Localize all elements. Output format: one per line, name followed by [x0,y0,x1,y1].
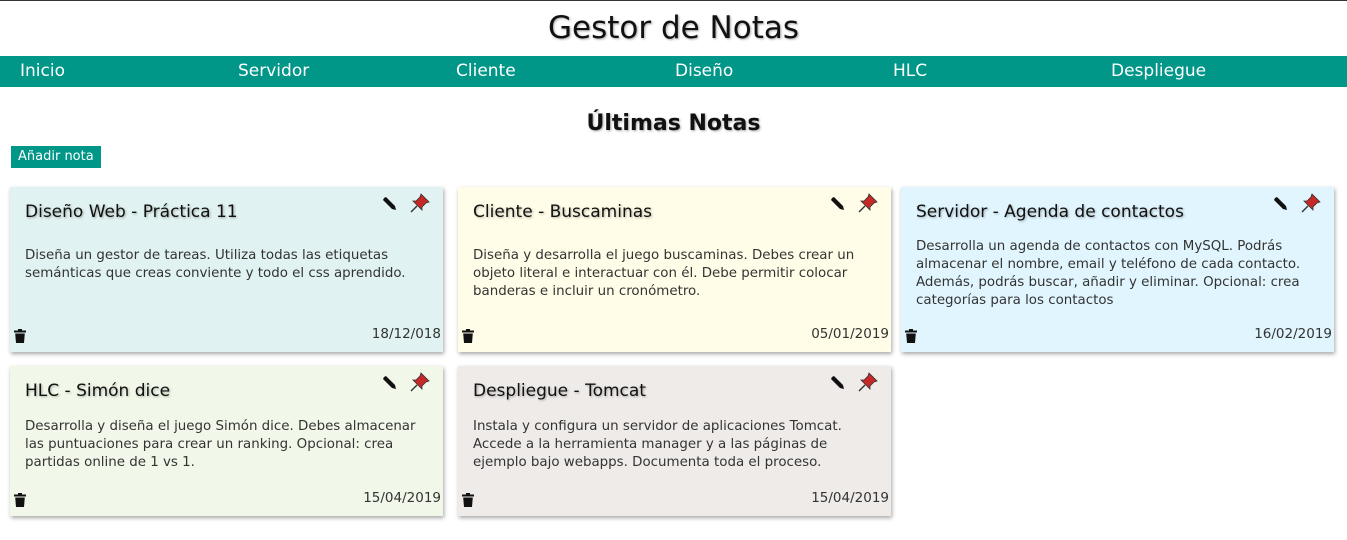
note-body: Instala y configura un servidor de aplic… [473,419,842,470]
note-card: Diseño Web - Práctica 11 Diseña un gesto… [10,187,443,352]
main-nav: Inicio Servidor Cliente Diseño HLC Despl… [0,56,1347,87]
note-body: Desarrolla un agenda de contactos con My… [916,239,1301,308]
trash-icon[interactable] [14,492,26,507]
trash-icon[interactable] [905,328,917,343]
app-title: Gestor de Notas [547,10,800,46]
pushpin-icon[interactable] [409,371,431,393]
note-title: Despliegue - Tomcat [473,381,646,401]
note-body: Diseña un gestor de tareas. Utiliza toda… [25,248,406,281]
pencil-icon[interactable] [829,195,845,211]
note-date: 16/02/2019 [1254,326,1332,342]
nav-item-cliente[interactable]: Cliente [456,56,516,87]
trash-icon[interactable] [462,328,474,343]
nav-item-servidor[interactable]: Servidor [238,56,309,87]
note-card: Cliente - Buscaminas Diseña y desarrolla… [458,187,891,352]
note-date: 15/04/2019 [811,490,889,506]
pencil-icon[interactable] [381,374,397,390]
note-date: 15/04/2019 [363,490,441,506]
note-body: Desarrolla y diseña el juego Simón dice.… [25,419,416,470]
pushpin-icon[interactable] [409,192,431,214]
note-title: Diseño Web - Práctica 11 [25,202,238,222]
pencil-icon[interactable] [829,374,845,390]
section-title: Últimas Notas [586,111,761,136]
nav-item-inicio[interactable]: Inicio [20,56,65,87]
trash-icon[interactable] [462,492,474,507]
nav-item-despliegue[interactable]: Despliegue [1111,56,1206,87]
note-title: Cliente - Buscaminas [473,202,653,222]
note-body: Diseña y desarrolla el juego buscaminas.… [473,248,855,299]
note-card: HLC - Simón dice Desarrolla y diseña el … [10,366,443,516]
pushpin-icon[interactable] [1300,192,1322,214]
pencil-icon[interactable] [381,195,397,211]
pushpin-icon[interactable] [857,371,879,393]
nav-item-diseno[interactable]: Diseño [675,56,733,87]
pencil-icon[interactable] [1272,195,1288,211]
note-card: Servidor - Agenda de contactos Desarroll… [901,187,1334,352]
note-title: HLC - Simón dice [25,381,171,401]
note-date: 05/01/2019 [811,326,889,342]
pushpin-icon[interactable] [857,192,879,214]
add-note-button[interactable]: Añadir nota [11,146,101,168]
note-date: 18/12/018 [371,326,441,342]
note-card: Despliegue - Tomcat Instala y configura … [458,366,891,516]
nav-item-hlc[interactable]: HLC [893,56,927,87]
trash-icon[interactable] [14,328,26,343]
note-title: Servidor - Agenda de contactos [916,202,1184,222]
